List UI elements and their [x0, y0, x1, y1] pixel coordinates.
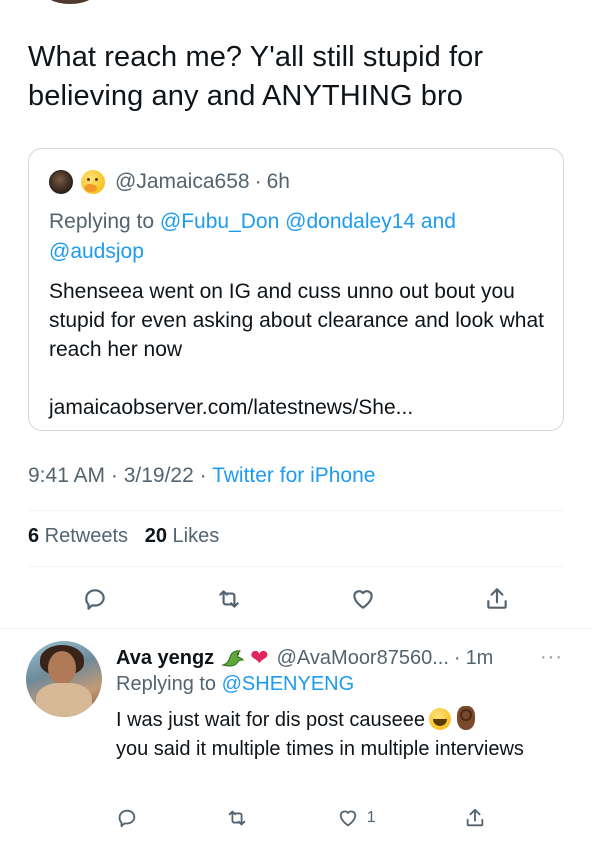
reply-header: Ava yengz ❤ @AvaMoor87560... · 1m: [116, 645, 493, 671]
share-icon: [487, 588, 507, 609]
reply-time: 1m: [465, 646, 494, 669]
likes-count: 20: [144, 525, 167, 547]
retweets-stat[interactable]: 6 Retweets: [28, 525, 128, 547]
share-button[interactable]: [480, 582, 514, 616]
and-others-link[interactable]: and: [415, 210, 456, 233]
previous-avatar-fragment: [40, 0, 100, 4]
mention-shenyeng[interactable]: @SHENYENG: [222, 673, 355, 695]
quoted-body-text: Shenseea went on IG and cuss unno out bo…: [49, 280, 544, 361]
retweets-label: Retweets: [39, 525, 129, 547]
quoted-tweet-card[interactable]: @Jamaica658 · 6h Replying to @Fubu_Don @…: [28, 148, 564, 431]
quoted-time: 6h: [266, 170, 290, 193]
quoted-url[interactable]: jamaicaobserver.com/latestnews/She...: [49, 396, 413, 419]
retweet-icon: [229, 810, 246, 826]
reply-button[interactable]: [78, 582, 112, 616]
reply-like-count: 1: [366, 809, 376, 826]
mention-fubu-don[interactable]: @Fubu_Don: [160, 210, 279, 233]
reply-like-button[interactable]: 1: [337, 803, 376, 833]
divider: [28, 510, 564, 511]
separator-dot: ·: [254, 170, 262, 193]
quoted-replying-to: Replying to @Fubu_Don @dondaley14 and @a…: [49, 207, 519, 267]
share-icon: [466, 808, 484, 827]
tweet-text: What reach me? Y'all still stupid for be…: [28, 41, 484, 112]
tweet-stats: 6 Retweets 20 Likes: [28, 525, 219, 548]
retweet-icon: [219, 590, 239, 608]
retweet-button[interactable]: [212, 582, 246, 616]
like-button[interactable]: [346, 582, 380, 616]
reply-icon: [85, 589, 105, 610]
reply-reply-button[interactable]: [116, 803, 138, 833]
ok-hand-emoji-icon: [457, 706, 476, 730]
separator-dot: ·: [453, 646, 461, 669]
quoted-handle[interactable]: @Jamaica658: [115, 170, 250, 194]
tweet-meta: 9:41 AM · 3/19/22 · Twitter for iPhone: [28, 464, 375, 488]
retweets-count: 6: [28, 525, 40, 547]
red-heart-emoji-icon: ❤: [250, 645, 269, 670]
quoted-body: Shenseea went on IG and cuss unno out bo…: [49, 277, 549, 422]
laughing-tears-emoji-icon: [429, 708, 452, 730]
divider: [0, 628, 592, 629]
replying-prefix: Replying to: [49, 210, 160, 233]
reply-retweet-button[interactable]: [226, 803, 248, 833]
tweet-timestamp[interactable]: 9:41 AM · 3/19/22 ·: [28, 464, 212, 487]
mention-audsjop[interactable]: @audsjop: [49, 240, 144, 263]
heart-icon: [353, 590, 373, 609]
avatar-body: [36, 683, 92, 717]
tweet-action-bar: [28, 582, 564, 616]
quoted-tweet-header: @Jamaica658 · 6h: [49, 169, 290, 195]
reply-display-name[interactable]: Ava yengz: [116, 647, 214, 670]
reply-share-button[interactable]: [464, 803, 486, 833]
reply-avatar[interactable]: [26, 641, 102, 717]
reply-body-line1: I was just wait for dis post causeee: [116, 709, 426, 731]
reply-handle[interactable]: @AvaMoor87560...: [277, 647, 449, 670]
dragon-emoji-icon: [220, 647, 246, 669]
tweet-source[interactable]: Twitter for iPhone: [212, 464, 375, 487]
mention-dondaley14[interactable]: @dondaley14: [285, 210, 415, 233]
likes-stat[interactable]: 20 Likes: [145, 525, 220, 547]
thinking-face-emoji-icon: [81, 170, 105, 194]
heart-icon: [339, 810, 356, 827]
likes-label: Likes: [166, 525, 220, 547]
divider: [28, 566, 564, 567]
reply-icon: [118, 809, 136, 828]
avatar-face: [48, 651, 76, 685]
reply-replying-to: Replying to @SHENYENG: [116, 673, 354, 696]
reply-body: I was just wait for dis post causeee you…: [116, 706, 566, 764]
reply-action-bar: 1: [116, 803, 486, 833]
more-options-icon[interactable]: ···: [540, 646, 563, 669]
replying-prefix: Replying to: [116, 673, 222, 695]
quoted-avatar[interactable]: [49, 170, 73, 194]
reply-body-rest: you said it multiple times in multiple i…: [116, 738, 524, 760]
